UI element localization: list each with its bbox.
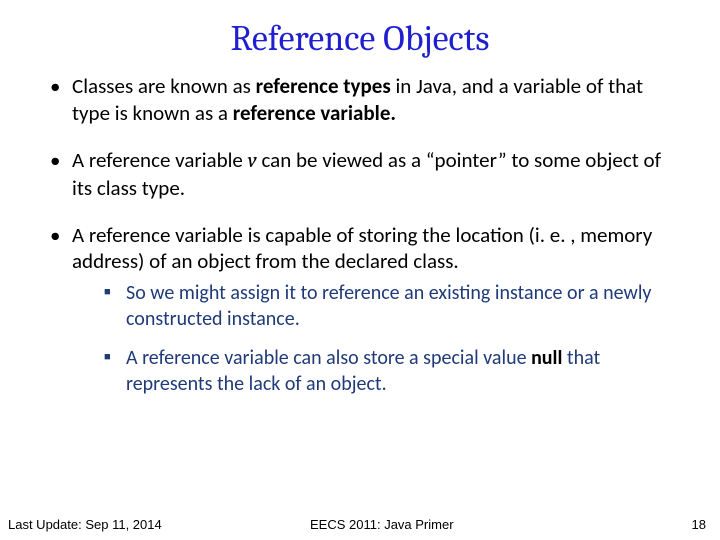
text: A reference variable is capable of stori… xyxy=(72,222,652,275)
bullet-2: A reference variable v can be viewed as … xyxy=(46,147,674,202)
bullet-list: Classes are known as reference types in … xyxy=(46,73,674,398)
text: A reference variable can also store a sp… xyxy=(126,346,531,370)
footer: Last Update: Sep 11, 2014 EECS 2011: Jav… xyxy=(0,512,720,532)
bold-text: reference variable. xyxy=(233,100,396,126)
bullet-3: A reference variable is capable of stori… xyxy=(46,222,674,398)
sub-bullet-1: So we might assign it to reference an ex… xyxy=(102,281,674,332)
slide-title: Reference Objects xyxy=(0,0,720,59)
sub-bullet-list: So we might assign it to reference an ex… xyxy=(72,281,674,397)
slide-number: 18 xyxy=(692,517,706,532)
text: So we might assign it to reference an ex… xyxy=(126,281,651,331)
footer-course: EECS 2011: Java Primer xyxy=(310,517,454,532)
sub-bullet-2: A reference variable can also store a sp… xyxy=(102,346,674,397)
text: A reference variable xyxy=(72,147,248,173)
null-keyword: null xyxy=(531,346,562,370)
bold-text: reference types xyxy=(256,73,391,99)
slide: Reference Objects Classes are known as r… xyxy=(0,0,720,540)
variable-v: v xyxy=(248,149,257,173)
footer-date: Last Update: Sep 11, 2014 xyxy=(8,517,162,532)
bullet-1: Classes are known as reference types in … xyxy=(46,73,674,127)
text: Classes are known as xyxy=(72,73,256,99)
slide-body: Classes are known as reference types in … xyxy=(0,73,720,398)
